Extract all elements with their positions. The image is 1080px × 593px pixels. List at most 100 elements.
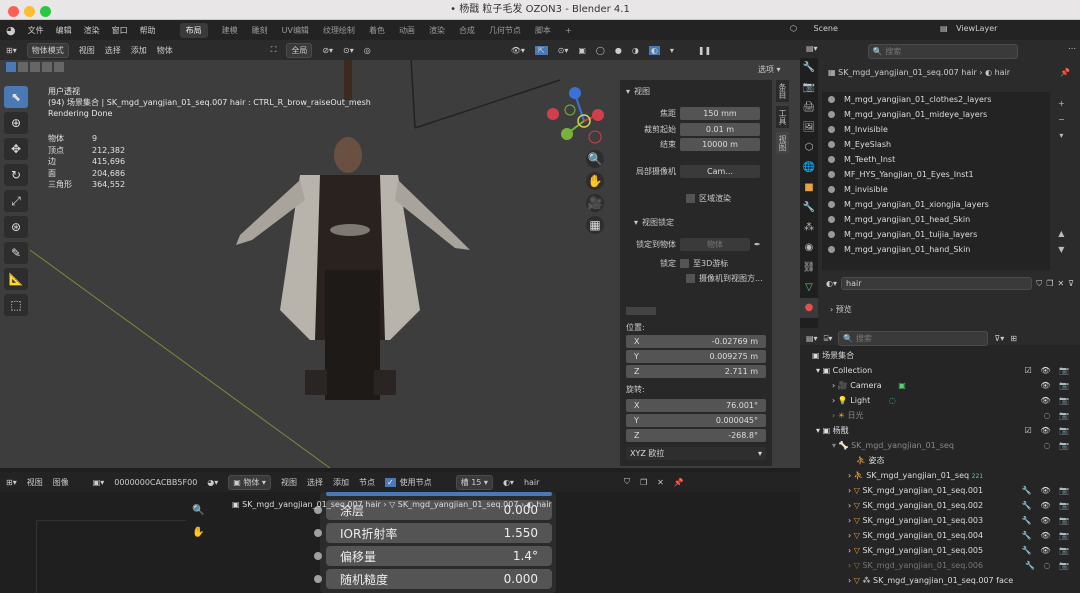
tool-tab-icon[interactable]: 🔧	[800, 58, 818, 78]
tree-row-scene-collection[interactable]: ▣ 场景集合	[800, 348, 1080, 363]
select-new-icon[interactable]	[6, 62, 16, 72]
select-extend-icon[interactable]	[18, 62, 28, 72]
object-tab-icon[interactable]: ■	[800, 178, 818, 198]
node-editor-type-icon[interactable]: ◕▾	[207, 478, 218, 487]
material-browse-icon[interactable]: ◐▾	[826, 279, 837, 288]
location-z-field[interactable]: Z 2.711 m	[626, 364, 766, 378]
tab-layout[interactable]: 布局	[179, 22, 208, 38]
node-menu-node[interactable]: 节点	[359, 477, 375, 488]
view-lock-section-title[interactable]: 视图锁定	[642, 217, 674, 228]
node-field-offset[interactable]: 偏移量 1.4°	[314, 546, 552, 566]
viewlayer-selector[interactable]: ▤ ViewLayer	[940, 24, 997, 33]
node-field-random-roughness[interactable]: 随机糙度 0.000	[314, 569, 552, 589]
tab-modeling[interactable]: 建模	[222, 25, 238, 36]
lock-cursor-checkbox[interactable]	[680, 258, 689, 268]
visibility-icons[interactable]: ☑ 👁 📷	[1025, 363, 1072, 378]
region-render-checkbox[interactable]	[686, 193, 695, 203]
measure-icon[interactable]: 📐	[4, 268, 28, 290]
viewport-options[interactable]: 选项 ▾	[758, 64, 781, 75]
editor-type-icon[interactable]: ⊞▾	[6, 46, 17, 55]
tree-row-pose[interactable]: ⛹ 姿态	[800, 453, 1080, 468]
material-tab-icon[interactable]: ●	[800, 298, 818, 318]
tree-row-mesh-001[interactable]: › ▽ SK_mgd_yangjian_01_seq.001 🔧 👁 📷	[800, 483, 1080, 498]
tab-uv-editing[interactable]: UV编辑	[282, 25, 309, 36]
display-mode-icon[interactable]: ⌸▾	[824, 334, 833, 344]
move-slot-up-icon[interactable]: ▲	[1058, 226, 1065, 242]
image-menu-image[interactable]: 图像	[53, 477, 69, 488]
scene-tab-icon[interactable]: ⬡	[800, 138, 818, 158]
preview-panel-header[interactable]: › 预览	[830, 304, 852, 315]
list-item[interactable]: M_mgd_yangjian_01_tuijia_layers	[822, 227, 1050, 242]
image-canvas[interactable]	[36, 520, 186, 593]
visibility-icons[interactable]: 🔧 ◌ 📷	[1025, 558, 1072, 573]
properties-options-icon[interactable]: ⋯	[1068, 44, 1076, 59]
constraints-tab-icon[interactable]: ⛓	[800, 258, 818, 278]
physics-tab-icon[interactable]: ◉	[800, 238, 818, 258]
tab-texture-paint[interactable]: 纹理绘制	[323, 25, 355, 36]
mode-dropdown[interactable]: 物体模式	[26, 42, 69, 58]
snap-icon[interactable]: ⊙▾	[343, 46, 354, 55]
viewport-menu-add[interactable]: 添加	[131, 45, 147, 56]
list-item[interactable]: M_mgd_yangjian_01_mideye_layers	[822, 107, 1050, 122]
visibility-icons[interactable]: 👁 📷	[1040, 393, 1072, 408]
view-layer-tab-icon[interactable]: 🖼	[800, 118, 818, 138]
xray-icon[interactable]: ▣	[578, 46, 586, 55]
move-icon[interactable]: ✥	[4, 138, 28, 160]
rotation-mode-dropdown[interactable]: XYZ 欧拉 ▾	[626, 446, 766, 460]
tree-row-mesh-002[interactable]: › ▽ SK_mgd_yangjian_01_seq.002 🔧 👁 📷	[800, 498, 1080, 513]
material-name-field[interactable]: hair	[841, 277, 1033, 290]
new-collection-icon[interactable]: ⊞	[1010, 334, 1017, 343]
tree-row-sun[interactable]: › ☀ 日光 ◌ 📷	[800, 408, 1080, 423]
outliner-search-field[interactable]: 🔍 搜索	[838, 331, 989, 346]
pan-hand-icon[interactable]: ✋	[586, 172, 604, 190]
node-menu-select[interactable]: 选择	[307, 477, 323, 488]
tree-row-yangjian[interactable]: ▾ ▣ 杨戬 ☑ 👁 📷	[800, 423, 1080, 438]
collapsed-panel-bar[interactable]	[626, 307, 656, 315]
select-subtract-icon[interactable]	[30, 62, 40, 72]
properties-search-field[interactable]: 🔍 搜索	[867, 44, 1018, 59]
list-item[interactable]: M_mgd_yangjian_01_head_Skin	[822, 212, 1050, 227]
node-object-dropdown[interactable]: ▣ 物体 ▾	[228, 474, 271, 490]
clip-end-field[interactable]: 10000 m	[680, 137, 760, 151]
gizmo-toggle-icon[interactable]: 👁▾	[511, 46, 525, 55]
visibility-icons[interactable]: 👁 📷	[1040, 378, 1072, 393]
node-duplicate-icon[interactable]: ❐	[640, 478, 647, 487]
duplicate-material-icon[interactable]: ❐	[1046, 279, 1053, 288]
tab-compositing[interactable]: 合成	[459, 25, 475, 36]
focal-length-field[interactable]: 150 mm	[680, 106, 760, 120]
clip-start-field[interactable]: 0.01 m	[680, 122, 760, 136]
image-browse-icon[interactable]: ▣▾	[93, 478, 105, 487]
shading-rendered-icon[interactable]: ◐	[648, 45, 660, 55]
transform-icon[interactable]: ⊛	[4, 216, 28, 238]
pause-render-icon[interactable]: ❚❚	[698, 46, 711, 55]
minimize-window-button[interactable]	[24, 6, 35, 17]
pin-icon[interactable]: 📌	[1060, 68, 1070, 77]
lock-object-field[interactable]: 物体	[680, 237, 750, 251]
tab-animation[interactable]: 动画	[399, 25, 415, 36]
list-item[interactable]: M_mgd_yangjian_01_xiongjia_layers	[822, 197, 1050, 212]
node-unlink-icon[interactable]: ✕	[657, 478, 664, 487]
modifier-tab-icon[interactable]: 🔧	[800, 198, 818, 218]
tab-tool[interactable]: 工具	[776, 106, 789, 128]
perspective-toggle-icon[interactable]: ▦	[586, 216, 604, 234]
menu-render[interactable]: 渲染	[84, 25, 100, 36]
list-item[interactable]: M_EyeSlash	[822, 137, 1050, 152]
node-field-ior[interactable]: IOR折射率 1.550	[314, 523, 552, 543]
tab-geometry-nodes[interactable]: 几何节点	[489, 25, 521, 36]
visibility-icons[interactable]: 🔧 👁 📷	[1022, 543, 1072, 558]
visibility-icons[interactable]: 🔧 👁 📷	[1022, 513, 1072, 528]
slot-specials-icon[interactable]: ▾	[1058, 128, 1065, 144]
close-window-button[interactable]	[8, 6, 19, 17]
select-box-icon[interactable]: ⬉	[4, 86, 28, 108]
list-item[interactable]: M_mgd_yangjian_01_hand_Skin	[822, 242, 1050, 257]
location-y-field[interactable]: Y 0.009275 m	[626, 349, 766, 363]
use-nodes-checkbox[interactable]: ✓	[384, 477, 396, 487]
tree-row-mesh-006[interactable]: › ▽ SK_mgd_yangjian_01_seq.006 🔧 ◌ 📷	[800, 558, 1080, 573]
slot-dropdown[interactable]: 槽 15 ▾	[455, 474, 493, 490]
visibility-icons[interactable]: ◌ 📷	[1044, 408, 1072, 423]
tab-shading[interactable]: 着色	[369, 25, 385, 36]
node-menu-view[interactable]: 视图	[281, 477, 297, 488]
overlay-icon[interactable]: ⊙▾	[558, 46, 569, 55]
viewport-menu-object[interactable]: 物体	[157, 45, 173, 56]
render-tab-icon[interactable]: 📷	[800, 78, 818, 98]
